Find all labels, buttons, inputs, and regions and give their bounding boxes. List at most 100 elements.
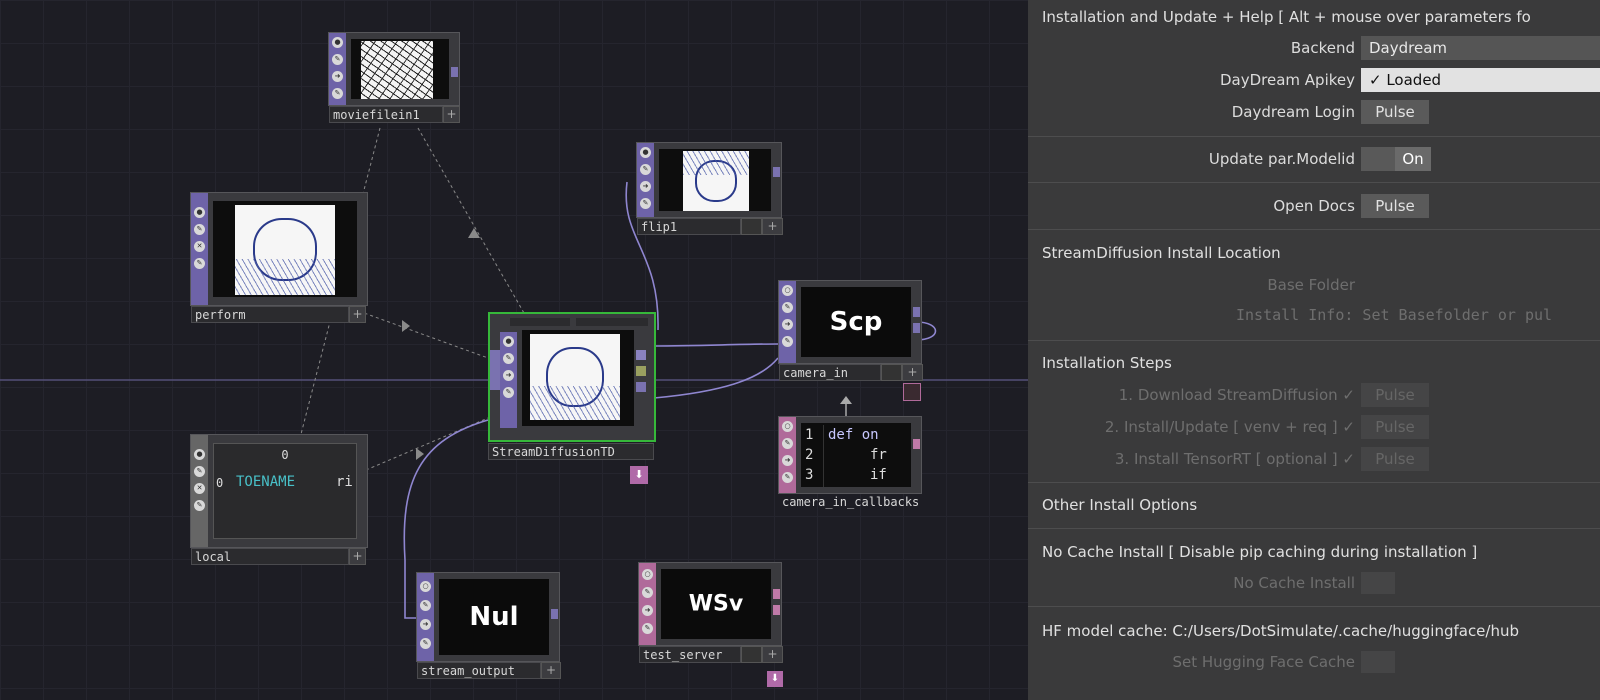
viewer-flag-icon[interactable]: ● xyxy=(194,207,205,218)
update-modelid-toggle[interactable]: On xyxy=(1361,147,1431,171)
output-connector[interactable] xyxy=(773,605,780,615)
output-connector-3[interactable] xyxy=(636,382,646,392)
download-icon[interactable]: ⬇ xyxy=(630,466,648,484)
close-flag-icon[interactable]: ✕ xyxy=(194,483,205,494)
node-tab-right[interactable] xyxy=(576,318,648,326)
add-node-button[interactable]: + xyxy=(762,218,783,235)
edit-flag-icon[interactable]: ✎ xyxy=(194,224,205,235)
node-option-toggle[interactable] xyxy=(741,218,762,235)
node-tab-left[interactable] xyxy=(510,318,570,326)
node-option-toggle[interactable] xyxy=(741,646,762,663)
edit-flag-icon[interactable]: ✎ xyxy=(194,466,205,477)
open-docs-pulse-button[interactable]: Pulse xyxy=(1361,194,1429,218)
node-test-server[interactable]: ○ ✎ ➜ ✎ WSv test_server + ⬇ xyxy=(638,562,783,687)
callback-connector[interactable] xyxy=(903,383,921,401)
viewer-flag-icon[interactable]: ● xyxy=(640,147,651,158)
download-streamdiffusion-pulse-button[interactable]: Pulse xyxy=(1361,383,1429,407)
apikey-field[interactable]: ✓ Loaded xyxy=(1361,68,1600,92)
bypass-flag-icon[interactable]: ✎ xyxy=(782,472,793,483)
input-connectors[interactable] xyxy=(490,350,500,390)
display-flag-icon[interactable]: ➜ xyxy=(503,370,514,381)
edit-flag-icon[interactable]: ✎ xyxy=(332,54,343,65)
display-flag-icon[interactable]: ➜ xyxy=(420,619,431,630)
output-connector[interactable] xyxy=(773,167,780,177)
display-flag-icon[interactable]: ➜ xyxy=(782,455,793,466)
node-label[interactable]: flip1 xyxy=(637,218,741,235)
edit-flag-icon[interactable]: ✎ xyxy=(642,587,653,598)
node-local[interactable]: ● ✎ ✕ ✎ 0 0 TOENAME ri local + xyxy=(190,434,368,565)
output-connector[interactable] xyxy=(551,609,558,619)
viewer-flag-icon[interactable]: ○ xyxy=(420,581,431,592)
node-flags-strip: ● ✎ ➜ ✎ xyxy=(637,143,654,217)
node-label[interactable]: stream_output xyxy=(417,662,541,679)
divider xyxy=(1028,229,1600,230)
display-flag-icon[interactable]: ➜ xyxy=(782,319,793,330)
node-label[interactable]: local xyxy=(191,548,349,565)
node-label[interactable]: camera_in xyxy=(779,364,881,381)
node-moviefilein1[interactable]: ● ✎ ➜ ✎ moviefilein1 + xyxy=(328,32,460,123)
node-label[interactable]: perform xyxy=(191,306,349,323)
add-node-button[interactable]: + xyxy=(349,306,366,323)
output-connector[interactable] xyxy=(913,439,920,449)
viewer-flag-icon[interactable]: ○ xyxy=(782,421,793,432)
edit-flag-icon[interactable]: ✎ xyxy=(782,438,793,449)
node-label[interactable]: camera_in_callbacks xyxy=(779,494,923,511)
node-option-toggle[interactable] xyxy=(881,364,902,381)
set-hf-cache-button[interactable] xyxy=(1361,651,1395,673)
node-label[interactable]: StreamDiffusionTD xyxy=(488,443,654,460)
display-flag-icon[interactable]: ➜ xyxy=(640,181,651,192)
viewer-flag-icon[interactable]: ● xyxy=(332,37,343,48)
add-node-button[interactable]: + xyxy=(349,548,366,565)
viewer-flag-icon[interactable]: ○ xyxy=(642,569,653,580)
install-info-text: Install Info: Set Basefolder or pul xyxy=(1236,306,1553,324)
bypass-flag-icon[interactable]: ✎ xyxy=(194,258,205,269)
bypass-flag-icon[interactable]: ✎ xyxy=(782,336,793,347)
bypass-flag-icon[interactable]: ✎ xyxy=(332,88,343,99)
display-flag-icon[interactable]: ➜ xyxy=(332,71,343,82)
edit-flag-icon[interactable]: ✎ xyxy=(503,353,514,364)
install-update-pulse-button[interactable]: Pulse xyxy=(1361,415,1429,439)
viewer-flag-icon[interactable]: ○ xyxy=(782,285,793,296)
download-icon[interactable]: ⬇ xyxy=(767,671,783,687)
no-cache-install-toggle[interactable] xyxy=(1361,572,1395,594)
edit-flag-icon[interactable]: ✎ xyxy=(420,600,431,611)
node-camera-in-callbacks[interactable]: ○ ✎ ➜ ✎ 1 2 3 def on fr if camera_in_cal… xyxy=(778,416,922,509)
node-streamdiffusiontd[interactable]: ● ✎ ➜ ✎ StreamDiffusionTD ⬇ xyxy=(488,312,656,484)
bypass-flag-icon[interactable]: ✎ xyxy=(640,198,651,209)
bypass-flag-icon[interactable]: ✎ xyxy=(420,638,431,649)
bypass-flag-icon[interactable]: ✎ xyxy=(503,387,514,398)
viewer-flag-icon[interactable]: ● xyxy=(503,336,514,347)
param-label: No Cache Install xyxy=(1233,574,1355,592)
node-flip1[interactable]: ● ✎ ➜ ✎ flip1 + xyxy=(636,142,783,235)
edit-flag-icon[interactable]: ✎ xyxy=(640,164,651,175)
node-stream-output[interactable]: ○ ✎ ➜ ✎ Nul stream_output + xyxy=(416,572,561,679)
node-label[interactable]: moviefilein1 xyxy=(329,106,443,123)
viewer-flag-icon[interactable]: ● xyxy=(194,449,205,460)
bypass-flag-icon[interactable]: ✎ xyxy=(194,500,205,511)
output-connector-2[interactable] xyxy=(636,366,646,376)
node-label[interactable]: test_server xyxy=(639,646,741,663)
backend-menu[interactable]: Daydream xyxy=(1361,36,1600,60)
edit-flag-icon[interactable]: ✎ xyxy=(782,302,793,313)
output-connector[interactable] xyxy=(451,67,458,77)
daydream-login-pulse-button[interactable]: Pulse xyxy=(1361,100,1429,124)
param-label: 3. Install TensorRT [ optional ] ✓ xyxy=(1114,450,1355,468)
add-node-button[interactable]: + xyxy=(443,106,460,123)
add-node-button[interactable]: + xyxy=(902,364,923,381)
node-perform[interactable]: ● ✎ ✕ ✎ perform + xyxy=(190,192,368,323)
node-viewer xyxy=(351,39,449,99)
install-tensorrt-pulse-button[interactable]: Pulse xyxy=(1361,447,1429,471)
close-flag-icon[interactable]: ✕ xyxy=(194,241,205,252)
add-node-button[interactable]: + xyxy=(762,646,783,663)
display-flag-icon[interactable]: ➜ xyxy=(642,605,653,616)
node-viewer: WSv xyxy=(661,569,771,639)
network-editor[interactable]: ● ✎ ➜ ✎ moviefilein1 + ● ✎ ✕ ✎ perform +… xyxy=(0,0,1028,700)
param-label: Base Folder xyxy=(1267,276,1355,294)
output-connector[interactable] xyxy=(913,323,920,333)
output-connector[interactable] xyxy=(773,589,780,599)
bypass-flag-icon[interactable]: ✎ xyxy=(642,623,653,634)
add-node-button[interactable]: + xyxy=(541,662,561,679)
output-connector[interactable] xyxy=(913,307,920,317)
node-camera-in[interactable]: ○ ✎ ➜ ✎ Scp camera_in + xyxy=(778,280,923,401)
output-connector-1[interactable] xyxy=(636,350,646,360)
